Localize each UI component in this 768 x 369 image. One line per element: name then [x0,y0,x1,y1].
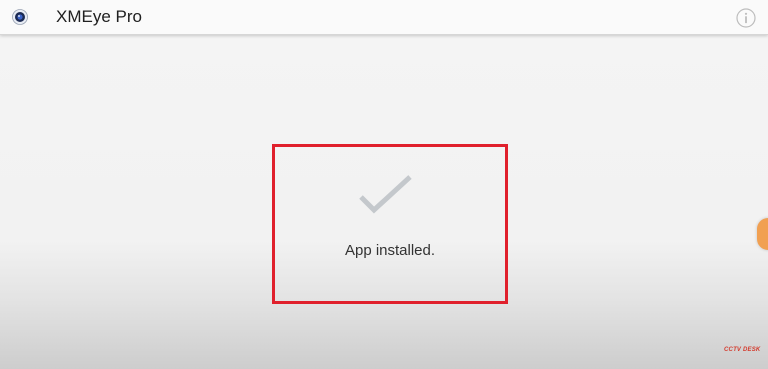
checkmark-icon [359,175,412,214]
highlight-box [272,144,508,304]
info-icon[interactable] [736,8,756,28]
app-title: XMEye Pro [56,7,142,26]
watermark-logo: CCTV DESK [724,347,761,353]
app-bar: XMEye Pro [0,0,768,35]
xmeye-lens-icon [12,9,28,25]
edge-floating-button[interactable] [757,218,768,250]
install-status-message: App installed. [344,242,436,259]
